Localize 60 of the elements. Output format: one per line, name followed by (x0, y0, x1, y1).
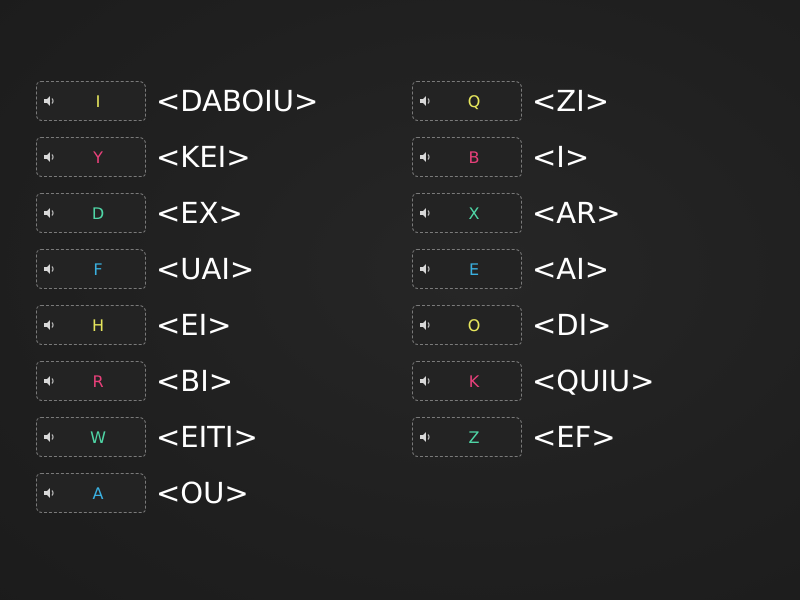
speaker-icon[interactable] (420, 264, 431, 274)
letter-tile[interactable]: F (36, 249, 146, 289)
speaker-icon[interactable] (420, 96, 431, 106)
letter-tile[interactable]: K (412, 361, 522, 401)
letter: F (92, 260, 104, 278)
letter: D (90, 204, 106, 222)
letter: B (468, 148, 480, 166)
speaker-icon[interactable] (420, 152, 431, 162)
letter: E (468, 260, 480, 278)
letter-tile[interactable]: B (412, 137, 522, 177)
letter: R (91, 372, 105, 390)
pronunciation-label: <AI> (532, 252, 609, 286)
letter-tile[interactable]: Q (412, 81, 522, 121)
speaker-icon[interactable] (420, 376, 431, 386)
letter: O (466, 316, 482, 334)
letter: A (92, 484, 104, 502)
speaker-icon[interactable] (44, 432, 55, 442)
pronunciation-label: <ZI> (532, 84, 610, 118)
speaker-icon[interactable] (420, 320, 431, 330)
pronunciation-label: <EF> (532, 420, 616, 454)
speaker-icon[interactable] (420, 208, 431, 218)
letter-tile[interactable]: W (36, 417, 146, 457)
pronunciation-label: <EX> (156, 196, 243, 230)
letter-tile[interactable]: A (36, 473, 146, 513)
letter: W (89, 428, 107, 446)
pronunciation-label: <KEI> (156, 140, 250, 174)
letter: Q (466, 92, 482, 110)
speaker-icon[interactable] (44, 208, 55, 218)
letter-tile[interactable]: D (36, 193, 146, 233)
pronunciation-label: <DI> (532, 308, 612, 342)
pronunciation-label: <AR> (532, 196, 621, 230)
letter: H (90, 316, 106, 334)
speaker-icon[interactable] (44, 264, 55, 274)
pronunciation-label: <EI> (156, 308, 232, 342)
pronunciation-label: <EITI> (156, 420, 258, 454)
speaker-icon[interactable] (44, 320, 55, 330)
letter: K (468, 372, 480, 390)
letter-tile[interactable]: E (412, 249, 522, 289)
pronunciation-label: <OU> (156, 476, 249, 510)
pronunciation-label: <QUIU> (532, 364, 654, 398)
pronunciation-label: <BI> (156, 364, 234, 398)
letter-tile[interactable]: X (412, 193, 522, 233)
letter-tile[interactable]: Y (36, 137, 146, 177)
speaker-icon[interactable] (44, 96, 55, 106)
letter: I (94, 92, 102, 110)
letter: X (468, 204, 480, 222)
letter-tile[interactable]: O (412, 305, 522, 345)
pronunciation-label: <I> (532, 140, 590, 174)
speaker-icon[interactable] (420, 432, 431, 442)
pronunciation-label: <DABOIU> (156, 84, 318, 118)
letter-tile[interactable]: Z (412, 417, 522, 457)
speaker-icon[interactable] (44, 152, 55, 162)
letter-tile[interactable]: H (36, 305, 146, 345)
speaker-icon[interactable] (44, 488, 55, 498)
letter: Y (92, 148, 104, 166)
letter-tile[interactable]: R (36, 361, 146, 401)
speaker-icon[interactable] (44, 376, 55, 386)
letter-tile[interactable]: I (36, 81, 146, 121)
letter: Z (468, 428, 480, 446)
pronunciation-label: <UAI> (156, 252, 254, 286)
